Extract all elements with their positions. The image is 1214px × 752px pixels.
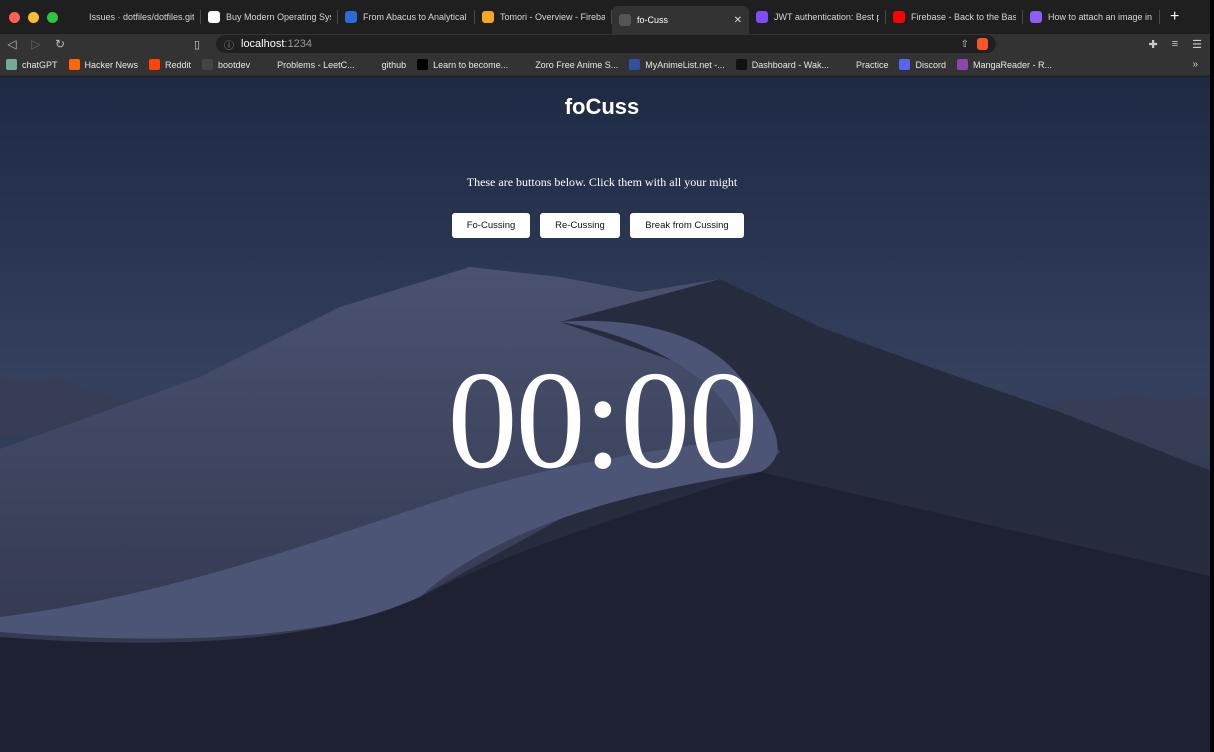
bookmark-item[interactable]: github <box>365 59 407 70</box>
break-from-cussing-button[interactable]: Break from Cussing <box>630 213 744 238</box>
brave-shields-icon[interactable] <box>977 38 988 50</box>
timer-controls: Fo-Cussing Re-Cussing Break from Cussing <box>452 213 744 238</box>
obsidian-icon <box>1030 11 1042 23</box>
bookmark-item[interactable]: Discord <box>899 59 946 70</box>
bookmarks-overflow-button[interactable]: » <box>1192 59 1198 70</box>
app-title: foCuss <box>564 94 640 119</box>
bookmark-label: Reddit <box>165 59 192 70</box>
bookmark-label: MyAnimeList.net -... <box>645 59 725 70</box>
browser-tab[interactable]: Issues · dotfiles/dotfiles.git <box>64 0 201 34</box>
close-window-button[interactable] <box>9 11 20 23</box>
site-info-icon[interactable]: ⓘ <box>224 37 234 52</box>
tab-title: fo-Cuss <box>637 15 669 25</box>
tab-title: How to attach an image in <box>1048 12 1153 22</box>
forward-button[interactable]: ▷ <box>24 37 48 51</box>
firebase-icon <box>482 11 494 23</box>
zoro-icon <box>519 59 531 70</box>
bookmark-label: chatGPT <box>22 59 58 70</box>
bookmark-item[interactable]: Reddit <box>149 59 191 70</box>
jwt-icon <box>756 11 768 23</box>
bookmark-label: bootdev <box>218 59 251 70</box>
minimize-window-button[interactable] <box>28 11 39 23</box>
menu-icon[interactable]: ☰ <box>1192 38 1202 51</box>
bookmarks-bar: chatGPT Hacker News Reddit bootdev Problems … <box>0 54 1214 76</box>
countdown-timer: 00:00 <box>447 343 759 498</box>
github-icon <box>71 11 83 23</box>
mangareader-icon <box>956 59 968 70</box>
bookmark-page-icon[interactable]: ▯ <box>194 38 210 51</box>
extensions-icon[interactable]: ✚ <box>1148 38 1157 51</box>
url-port: :1234 <box>284 38 312 50</box>
bootdev-icon <box>202 59 214 70</box>
window-edge <box>1210 0 1214 752</box>
re-cussing-button[interactable]: Re-Cussing <box>540 213 620 238</box>
globe-icon <box>619 14 631 26</box>
bookmark-item[interactable]: MyAnimeList.net -... <box>629 59 725 70</box>
tab-title: From Abacus to Analytical <box>363 12 467 22</box>
browser-tab-bar: Issues · dotfiles/dotfiles.git Buy Modern… <box>0 0 1214 34</box>
bookmark-item[interactable]: Practice <box>839 59 889 70</box>
tab-title: Firebase - Back to the Bas <box>911 12 1016 22</box>
discord-icon <box>899 59 911 70</box>
bookmark-label: Zoro Free Anime S... <box>535 59 619 70</box>
close-tab-icon[interactable]: ✕ <box>734 15 742 26</box>
github-icon <box>365 59 377 70</box>
bookmark-item[interactable]: Dashboard - Wak... <box>735 59 829 70</box>
address-bar[interactable]: ⓘ localhost:1234 ⇧ <box>216 35 996 53</box>
bookmark-item[interactable]: Hacker News <box>68 59 139 70</box>
bookmark-label: github <box>381 59 407 70</box>
browser-tab[interactable]: Firebase - Back to the Bas <box>886 0 1023 34</box>
back-button[interactable]: ◁ <box>0 37 24 51</box>
amazon-icon <box>208 11 220 23</box>
bookmark-label: Learn to become... <box>433 59 509 70</box>
url-host: localhost <box>241 38 285 50</box>
share-icon[interactable]: ⇧ <box>961 39 969 50</box>
ycombinator-icon <box>68 59 80 70</box>
browser-tab[interactable]: How to attach an image in <box>1023 0 1160 34</box>
bookmark-item[interactable]: Problems - LeetC... <box>261 59 355 70</box>
bookmark-label: MangaReader - R... <box>972 59 1053 70</box>
reload-button[interactable]: ↻ <box>48 37 72 51</box>
browser-tab[interactable]: fo-Cuss ✕ <box>612 6 749 34</box>
instructions-text: These are buttons below. Click them with… <box>466 175 738 189</box>
bookmark-item[interactable]: MangaReader - R... <box>956 59 1053 70</box>
maximize-window-button[interactable] <box>47 11 58 23</box>
bookmark-label: Dashboard - Wak... <box>751 59 829 70</box>
playlist-icon[interactable]: ≡ <box>1172 38 1178 51</box>
tab-title: Issues · dotfiles/dotfiles.git <box>89 12 194 22</box>
bookmark-label: Practice <box>855 59 889 70</box>
mal-icon <box>629 59 641 70</box>
bookmark-item[interactable]: chatGPT <box>6 59 58 70</box>
focuss-page: foCuss These are buttons below. Click th… <box>0 77 1214 752</box>
browser-tab[interactable]: JWT authentication: Best p <box>749 0 886 34</box>
tab-title: Buy Modern Operating Sys <box>226 12 331 22</box>
openai-icon <box>6 59 17 70</box>
youtube-icon <box>893 11 905 23</box>
bookmark-label: Problems - LeetC... <box>277 59 355 70</box>
bookmark-label: Hacker News <box>84 59 139 70</box>
window-controls <box>0 11 64 23</box>
browser-tab[interactable]: From Abacus to Analytical <box>338 0 475 34</box>
browser-toolbar: ◁ ▷ ↻ ▯ ⓘ localhost:1234 ⇧ ✚ ≡ ☰ <box>0 34 1214 54</box>
browser-tab[interactable]: Tomori - Overview - Fireba <box>475 0 612 34</box>
c-logo-icon <box>345 11 357 23</box>
bookmark-label: Discord <box>915 59 946 70</box>
browser-tab[interactable]: Buy Modern Operating Sys <box>201 0 338 34</box>
bookmark-item[interactable]: Learn to become... <box>417 59 508 70</box>
fo-cussing-button[interactable]: Fo-Cussing <box>452 213 530 238</box>
wakatime-icon <box>735 59 747 70</box>
new-tab-button[interactable]: + <box>1160 8 1179 26</box>
practice-icon <box>839 59 851 70</box>
reddit-icon <box>149 59 161 70</box>
bookmark-item[interactable]: bootdev <box>202 59 250 70</box>
leetcode-icon <box>261 59 273 70</box>
roadmap-icon <box>417 59 429 70</box>
tab-title: JWT authentication: Best p <box>774 12 879 22</box>
bookmark-item[interactable]: Zoro Free Anime S... <box>519 59 618 70</box>
tab-title: Tomori - Overview - Fireba <box>500 12 605 22</box>
